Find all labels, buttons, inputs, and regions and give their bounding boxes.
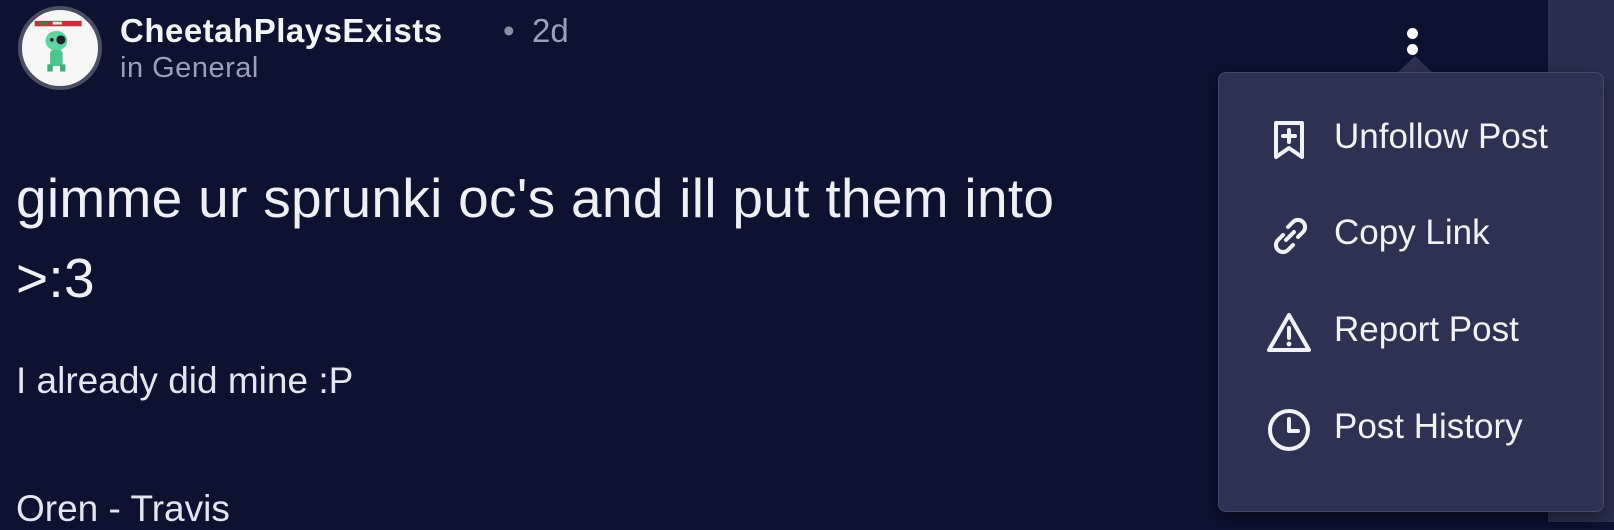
menu-item-label: Unfollow Post xyxy=(1334,117,1548,156)
link-icon xyxy=(1264,211,1314,261)
menu-item-label: Post History xyxy=(1334,407,1523,446)
post-title-line-2: >:3 xyxy=(16,247,95,309)
menu-item-report-post[interactable]: Report Post xyxy=(1219,288,1603,378)
menu-item-label: Copy Link xyxy=(1334,213,1490,252)
menu-pointer-arrow xyxy=(1397,56,1433,73)
bookmark-plus-icon xyxy=(1264,115,1314,165)
more-dot-bottom xyxy=(1407,44,1418,55)
menu-item-post-history[interactable]: Post History xyxy=(1219,385,1603,475)
post-title: gimme ur sprunki oc's and ill put them i… xyxy=(16,158,1216,318)
clock-icon xyxy=(1264,405,1314,455)
post-timestamp: 2d xyxy=(532,12,569,49)
menu-item-label: Report Post xyxy=(1334,310,1519,349)
menu-item-copy-link[interactable]: Copy Link xyxy=(1219,191,1603,281)
post-options-menu: Unfollow Post Copy Link Report Post Post… xyxy=(1218,72,1604,512)
meta-separator: • xyxy=(503,12,515,49)
warning-icon xyxy=(1264,308,1314,358)
post-category[interactable]: in General xyxy=(120,52,259,85)
menu-item-unfollow-post[interactable]: Unfollow Post xyxy=(1219,95,1603,185)
author-username[interactable]: CheetahPlaysExists xyxy=(120,12,443,50)
post-body-line-1: I already did mine :P xyxy=(16,360,354,401)
author-avatar[interactable] xyxy=(18,6,102,90)
more-dot-top xyxy=(1407,28,1418,39)
post-body-line-2: Oren - Travis xyxy=(16,488,230,529)
avatar-image xyxy=(34,20,82,72)
post-title-line-1: gimme ur sprunki oc's and ill put them i… xyxy=(16,167,1055,229)
